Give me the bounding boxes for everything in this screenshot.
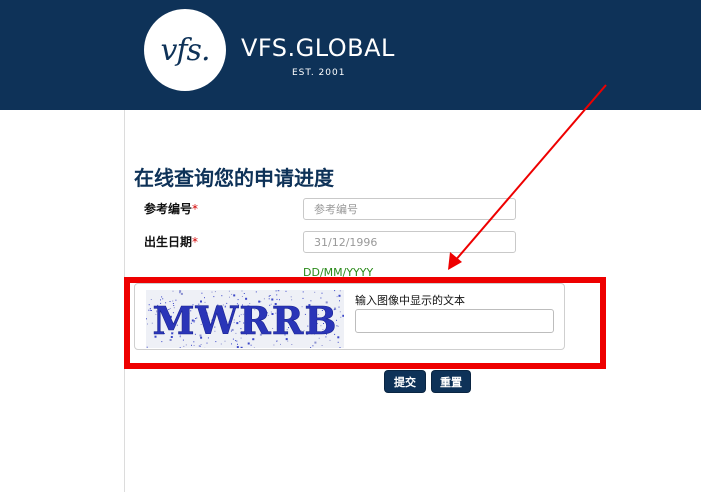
reference-label: 参考编号* <box>144 200 198 217</box>
required-mark: * <box>192 202 199 216</box>
page-title: 在线查询您的申请进度 <box>134 166 334 190</box>
reference-label-text: 参考编号 <box>144 202 193 216</box>
brand-est: EST. 2001 <box>292 68 346 78</box>
vfs-logo[interactable]: vfs. <box>144 9 226 91</box>
brand-name: VFS.GLOBAL <box>241 34 395 62</box>
dob-label: 出生日期* <box>144 233 198 250</box>
reference-placeholder: 参考编号 <box>314 203 358 216</box>
logo-mark: vfs. <box>160 32 211 68</box>
site-header: vfs. VFS.GLOBAL EST. 2001 <box>0 0 701 110</box>
reference-input[interactable]: 参考编号 <box>303 198 516 220</box>
dob-value: 31/12/1996 <box>314 235 378 249</box>
reset-button[interactable]: 重置 <box>432 371 470 392</box>
dob-label-text: 出生日期 <box>144 235 193 249</box>
submit-button[interactable]: 提交 <box>385 371 425 392</box>
dob-input[interactable]: 31/12/1996 <box>303 231 516 253</box>
annotation-highlight-box <box>124 277 606 369</box>
required-mark: * <box>192 235 199 249</box>
